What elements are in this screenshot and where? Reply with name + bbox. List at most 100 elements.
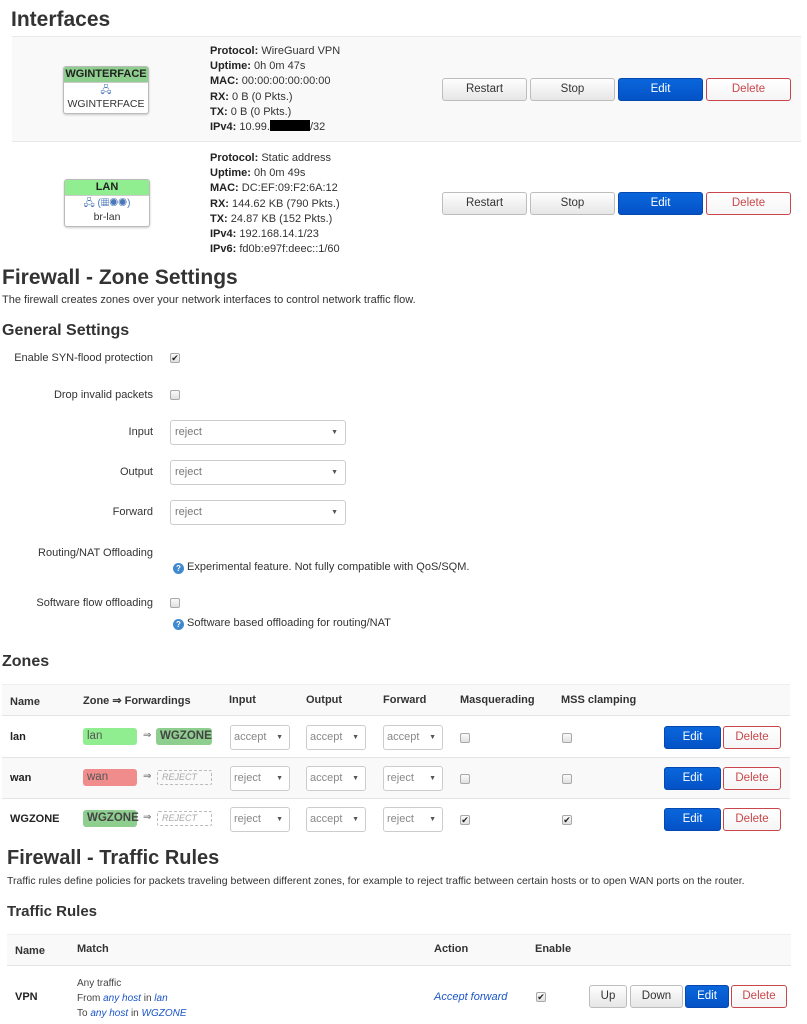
traffic-rules-title: Firewall - Traffic Rules (7, 847, 220, 869)
zone-output-select[interactable]: accept ▼ (306, 807, 366, 832)
col-action: Action (434, 943, 469, 955)
delete-button[interactable]: Delete (706, 78, 791, 101)
from-zone-link[interactable]: lan (154, 993, 167, 1004)
syn-flood-checkbox[interactable]: ✔ (170, 353, 180, 363)
col-masquerading: Masquerading (460, 694, 535, 706)
stop-button[interactable]: Stop (530, 78, 615, 101)
interface-row-lan: LAN 🖧 (▦◉◉) br-lan Protocol: Static addr… (12, 143, 801, 257)
help-icon: ? (173, 619, 184, 630)
rule-row: VPN Any traffic From any host in lan To … (7, 967, 791, 1024)
zones-table-header: Name Zone ⇒ Forwardings Input Output For… (2, 684, 790, 716)
edit-button[interactable]: Edit (618, 192, 703, 215)
zone-input-select[interactable]: accept ▼ (230, 725, 290, 750)
edit-button[interactable]: Edit (618, 78, 703, 101)
delete-button[interactable]: Delete (706, 192, 791, 215)
zone-edit-button[interactable]: Edit (664, 808, 721, 831)
mss-clamping-checkbox[interactable] (562, 733, 572, 743)
rule-delete-button[interactable]: Delete (731, 985, 787, 1008)
zone-output-select[interactable]: accept ▼ (306, 766, 366, 791)
zone-delete-button[interactable]: Delete (723, 726, 781, 749)
interface-row-wginterface: WGINTERFACE 🖧 WGINTERFACE Protocol: Wire… (12, 36, 801, 142)
rule-match: Any traffic From any host in lan To any … (77, 978, 187, 1019)
redacted-block (269, 120, 310, 132)
forward-select[interactable]: reject ▼ (170, 500, 346, 525)
tunnel-icon: 🖧 (100, 85, 112, 96)
bridge-icon: 🖧 (▦◉◉) (83, 198, 131, 209)
mss-clamping-checkbox[interactable]: ✔ (562, 815, 572, 825)
ipv4-value: 192.168.14.1/23 (239, 228, 319, 241)
rule-edit-button[interactable]: Edit (685, 985, 729, 1008)
restart-button[interactable]: Restart (442, 192, 527, 215)
masquerading-checkbox[interactable]: ✔ (460, 815, 470, 825)
to-host-link[interactable]: any host (90, 1008, 128, 1019)
zone-forward-select[interactable]: reject ▼ (383, 766, 443, 791)
col-input: Input (229, 694, 256, 706)
interface-device: WGINTERFACE (67, 98, 145, 110)
zone-name: lan (10, 731, 26, 743)
zone-row-lan: lan lan ⇒ WGZONE accept ▼ accept ▼ accept ▼… (2, 717, 790, 758)
general-settings-title: General Settings (2, 322, 130, 339)
col-output: Output (306, 694, 343, 706)
restart-button[interactable]: Restart (442, 78, 527, 101)
masquerading-checkbox[interactable] (460, 774, 470, 784)
masquerading-checkbox[interactable] (460, 733, 470, 743)
zone-row-wgzone: WGZONE WGZONE ⇒ REJECT reject ▼ accept ▼ r… (2, 799, 790, 841)
col-forwardings: Zone ⇒ Forwardings (83, 695, 191, 707)
interface-badge[interactable]: WGINTERFACE 🖧 WGINTERFACE (63, 66, 149, 114)
rx-value: 144.62 KB (790 Pkts.) (232, 197, 340, 210)
zone-forward-select[interactable]: accept ▼ (383, 725, 443, 750)
protocol-value: Static address (261, 152, 332, 164)
output-select[interactable]: reject ▼ (170, 460, 346, 485)
chevron-down-icon: ▼ (429, 775, 436, 782)
ipv6-value: fd0b:e97f:deec::1/60 (239, 243, 340, 256)
rule-name: VPN (15, 991, 38, 1003)
to-zone-link[interactable]: WGZONE (142, 1008, 187, 1019)
chevron-down-icon: ▼ (276, 775, 283, 782)
rule-action-link[interactable]: Accept forward (434, 991, 507, 1003)
syn-flood-label: Enable SYN-flood protection (14, 352, 153, 364)
col-name: Name (10, 696, 40, 708)
nat-offloading-label: Routing/NAT Offloading (38, 547, 153, 559)
zone-name: WGZONE (10, 813, 60, 825)
sw-flow-checkbox[interactable] (170, 598, 180, 608)
uptime-value: 0h 0m 47s (254, 60, 306, 73)
col-enable: Enable (535, 943, 572, 955)
tx-value: 0 B (0 Pkts.) (230, 105, 292, 118)
from-host-link[interactable]: any host (103, 993, 141, 1004)
zone-output-select[interactable]: accept ▼ (306, 725, 366, 750)
chevron-down-icon: ▼ (352, 775, 359, 782)
zone-badge: WGZONE (83, 810, 139, 827)
col-forward: Forward (383, 694, 427, 706)
chevron-down-icon: ▼ (331, 509, 338, 516)
zone-settings-description: The firewall creates zones over your net… (2, 294, 416, 306)
rule-up-button[interactable]: Up (589, 985, 627, 1008)
sw-flow-help: ? Software based offloading for routing/N… (173, 617, 391, 630)
uptime-value: 0h 0m 49s (254, 167, 306, 180)
zone-edit-button[interactable]: Edit (664, 767, 721, 790)
zone-delete-button[interactable]: Delete (723, 767, 781, 790)
zone-input-select[interactable]: reject ▼ (230, 807, 290, 832)
rule-enable-checkbox[interactable]: ✔ (536, 992, 546, 1002)
chevron-down-icon: ▼ (276, 734, 283, 741)
traffic-rules-description: Traffic rules define policies for packet… (7, 875, 745, 887)
nat-offloading-help: ? Experimental feature. Not fully compati… (173, 561, 469, 574)
zone-edit-button[interactable]: Edit (664, 726, 721, 749)
output-label: Output (119, 466, 153, 478)
ipv4-value: 10.99./32 (239, 120, 326, 134)
chevron-down-icon: ▼ (331, 429, 338, 436)
dest-zone-badge: WGZONE (156, 728, 212, 745)
zone-delete-button[interactable]: Delete (723, 808, 781, 831)
interface-badge[interactable]: LAN 🖧 (▦◉◉) br-lan (64, 179, 150, 227)
stop-button[interactable]: Stop (530, 192, 615, 215)
zone-input-select[interactable]: reject ▼ (230, 766, 290, 791)
rule-down-button[interactable]: Down (630, 985, 683, 1008)
sw-flow-label: Software flow offloading (36, 597, 153, 609)
chevron-down-icon: ▼ (429, 816, 436, 823)
dest-reject-badge: REJECT (157, 811, 212, 826)
input-select[interactable]: reject ▼ (170, 420, 346, 445)
mss-clamping-checkbox[interactable] (562, 774, 572, 784)
zone-forward-select[interactable]: reject ▼ (383, 807, 443, 832)
zone-badge: lan (83, 728, 137, 745)
drop-invalid-checkbox[interactable] (170, 390, 180, 400)
col-name: Name (15, 945, 45, 957)
